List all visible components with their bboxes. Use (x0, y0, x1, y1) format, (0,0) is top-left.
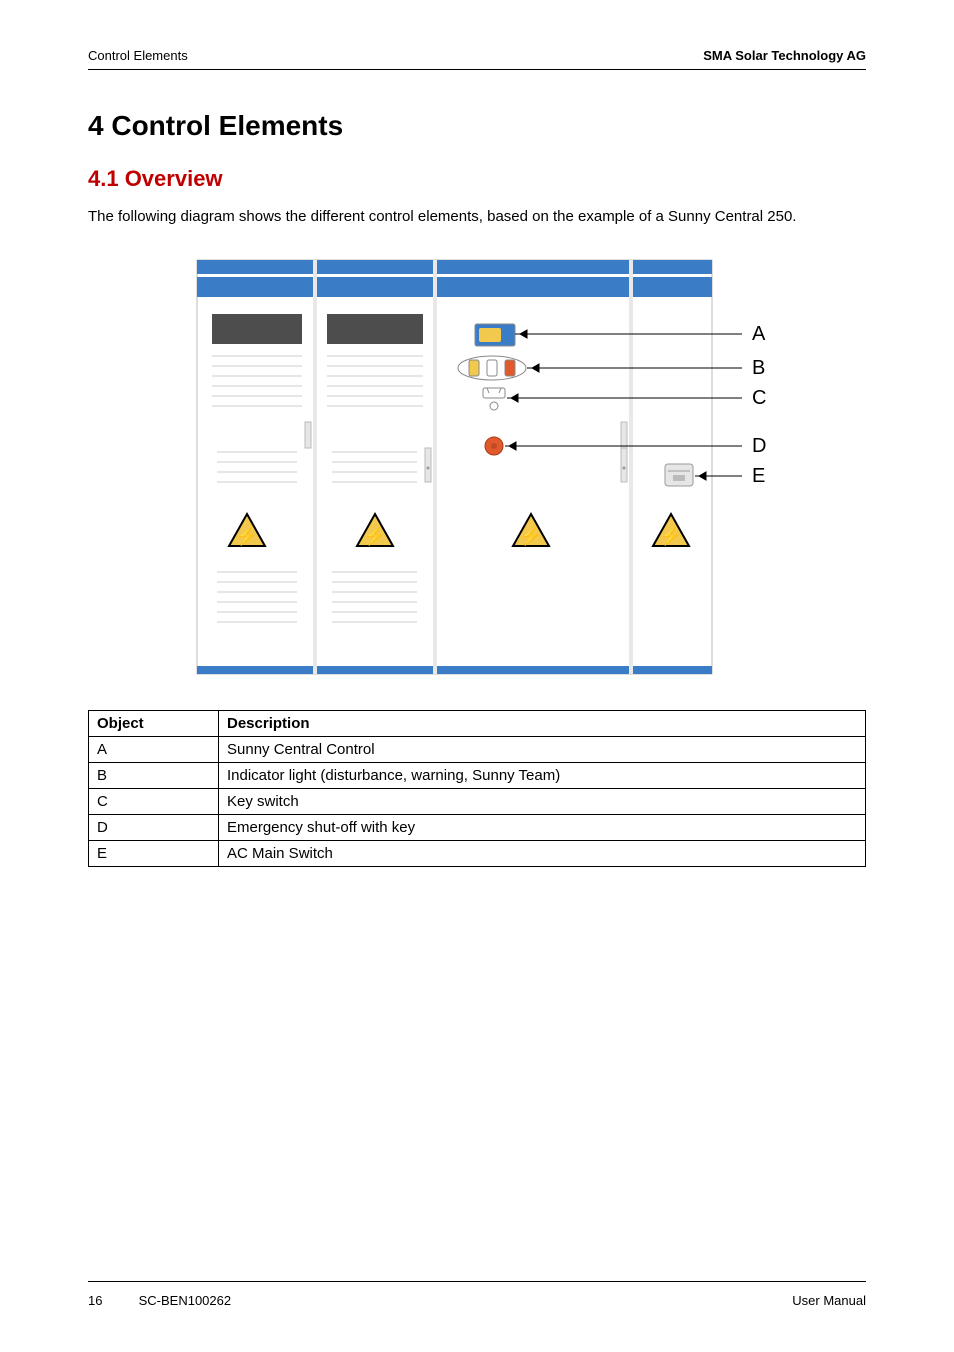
page-footer: 16 SC-BEN100262 User Manual (88, 1293, 866, 1308)
diagram-label-e: E (752, 465, 765, 487)
svg-text:⚡: ⚡ (236, 525, 258, 547)
table-cell-description: Emergency shut-off with key (219, 814, 866, 840)
svg-text:⚡: ⚡ (520, 525, 542, 547)
ac-main-switch-icon (665, 464, 693, 486)
table-row: D Emergency shut-off with key (89, 814, 866, 840)
table-row: C Key switch (89, 788, 866, 814)
table-cell-object: B (89, 762, 219, 788)
section-heading: 4.1 Overview (88, 166, 866, 192)
table-cell-description: AC Main Switch (219, 840, 866, 866)
page-header: Control Elements SMA Solar Technology AG (88, 48, 866, 63)
table-cell-description: Key switch (219, 788, 866, 814)
table-cell-description: Sunny Central Control (219, 736, 866, 762)
table-cell-description: Indicator light (disturbance, warning, S… (219, 762, 866, 788)
footer-divider (88, 1281, 866, 1282)
header-section-title: Control Elements (88, 48, 188, 63)
table-cell-object: C (89, 788, 219, 814)
chapter-heading: 4 Control Elements (88, 110, 866, 142)
svg-text:⚡: ⚡ (660, 525, 682, 547)
footer-label: User Manual (792, 1293, 866, 1308)
table-header-description: Description (219, 710, 866, 736)
table-cell-object: A (89, 736, 219, 762)
footer-doc-id: SC-BEN100262 (139, 1293, 232, 1308)
svg-text:⚡: ⚡ (364, 525, 386, 547)
table-row: B Indicator light (disturbance, warning,… (89, 762, 866, 788)
header-company: SMA Solar Technology AG (703, 48, 866, 63)
diagram-label-d: D (752, 435, 766, 457)
control-elements-table: Object Description A Sunny Central Contr… (88, 710, 866, 867)
table-cell-object: E (89, 840, 219, 866)
intro-paragraph: The following diagram shows the differen… (88, 206, 866, 228)
table-row: A Sunny Central Control (89, 736, 866, 762)
diagram-label-b: B (752, 357, 765, 379)
header-divider (88, 69, 866, 70)
footer-page-number: 16 (88, 1293, 102, 1308)
diagram-label-a: A (752, 323, 766, 345)
table-header-object: Object (89, 710, 219, 736)
diagram-label-c: C (752, 387, 766, 409)
control-elements-diagram: ⚡ ⚡ ⚡ ⚡ (187, 252, 767, 682)
table-cell-object: D (89, 814, 219, 840)
table-row: E AC Main Switch (89, 840, 866, 866)
